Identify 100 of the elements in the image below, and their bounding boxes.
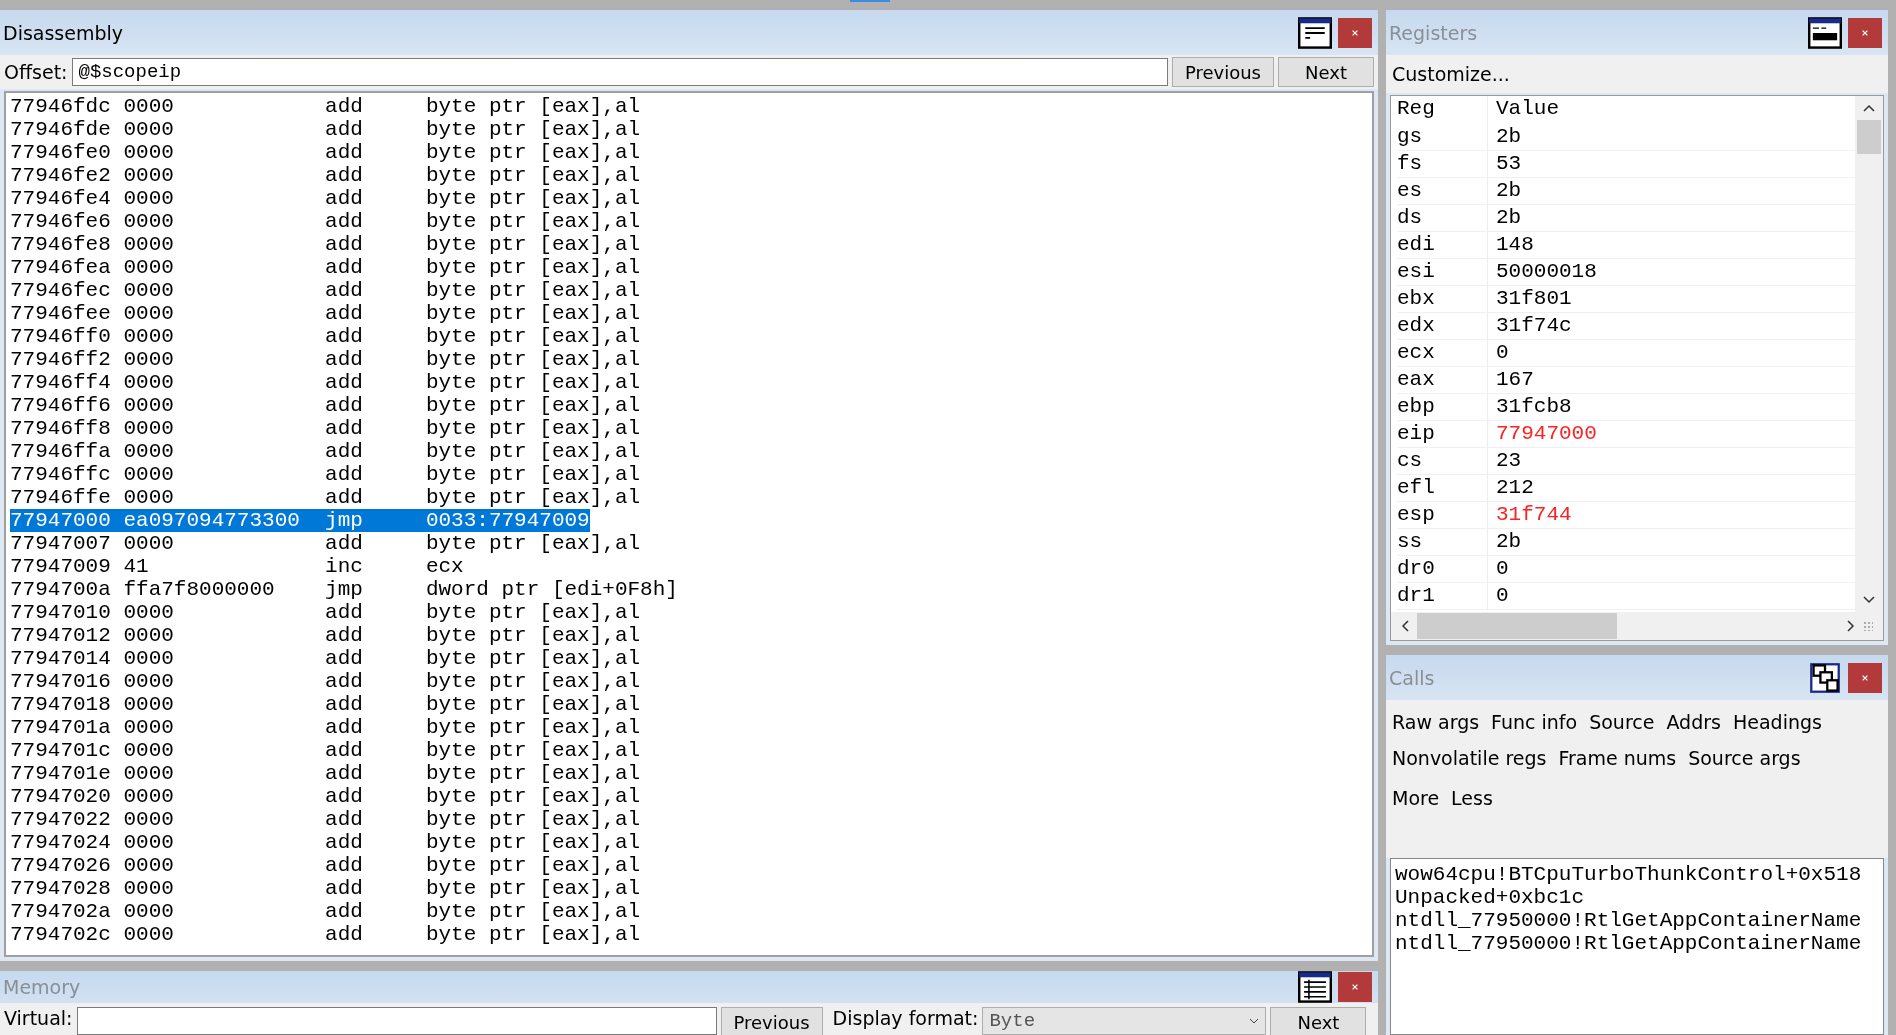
disassembly-line[interactable]: 77946fe6 0000 add byte ptr [eax],al xyxy=(10,210,641,233)
close-button[interactable] xyxy=(1338,17,1372,48)
disassembly-line[interactable]: 77946fe4 0000 add byte ptr [eax],al xyxy=(10,187,641,210)
virtual-label: Virtual: xyxy=(4,1007,73,1029)
disassembly-line[interactable]: 77947014 0000 add byte ptr [eax],al xyxy=(10,647,641,670)
register-value: 2b xyxy=(1495,529,1522,555)
option-link[interactable]: More xyxy=(1392,787,1440,809)
window-icon[interactable] xyxy=(1298,16,1332,49)
scroll-up-icon[interactable] xyxy=(1863,104,1875,112)
disassembly-line[interactable]: 77946ff8 0000 add byte ptr [eax],al xyxy=(10,417,641,440)
disassembly-line[interactable]: 77946fdc 0000 add byte ptr [eax],al xyxy=(10,95,641,118)
register-value: 0 xyxy=(1495,583,1509,609)
disassembly-line[interactable]: 77946fec 0000 add byte ptr [eax],al xyxy=(10,279,641,302)
option-link[interactable]: Raw args xyxy=(1392,711,1480,733)
column-header[interactable]: Value xyxy=(1488,96,1559,124)
column-header[interactable]: Reg xyxy=(1397,96,1488,124)
register-name: es xyxy=(1397,178,1488,204)
register-name: dr0 xyxy=(1397,556,1488,582)
call-frame[interactable]: ntdll_77950000!RtlGetAppContainerName xyxy=(1395,909,1879,932)
close-button[interactable] xyxy=(1848,17,1882,48)
close-icon xyxy=(1351,983,1359,991)
register-value: 2b xyxy=(1495,124,1522,150)
register-value: 0 xyxy=(1495,340,1509,366)
disassembly-line[interactable]: 77946ff2 0000 add byte ptr [eax],al xyxy=(10,348,641,371)
disassembly-line[interactable]: 77947012 0000 add byte ptr [eax],al xyxy=(10,624,641,647)
disassembly-line[interactable]: 77946fde 0000 add byte ptr [eax],al xyxy=(10,118,641,141)
register-name: eip xyxy=(1397,421,1488,447)
disassembly-line[interactable]: 77947018 0000 add byte ptr [eax],al xyxy=(10,693,641,716)
register-value: 212 xyxy=(1495,475,1534,501)
scroll-left-icon[interactable] xyxy=(1401,620,1409,632)
register-name: efl xyxy=(1397,475,1488,501)
disassembly-line[interactable]: 77947010 0000 add byte ptr [eax],al xyxy=(10,601,641,624)
disassembly-line[interactable]: 77946fee 0000 add byte ptr [eax],al xyxy=(10,302,641,325)
option-link[interactable]: Source xyxy=(1589,711,1655,733)
close-icon xyxy=(1351,28,1359,37)
disassembly-line[interactable]: 77947007 0000 add byte ptr [eax],al xyxy=(10,532,641,555)
disassembly-line[interactable]: 7794701e 0000 add byte ptr [eax],al xyxy=(10,762,641,785)
option-link[interactable]: Addrs xyxy=(1666,711,1721,733)
disassembly-line[interactable]: 77947009 41 inc ecx xyxy=(10,555,464,578)
option-link[interactable]: Source args xyxy=(1688,747,1801,769)
call-frame[interactable]: ntdll_77950000!RtlGetAppContainerName xyxy=(1395,932,1879,955)
option-link[interactable]: Less xyxy=(1451,787,1493,809)
register-name: eax xyxy=(1397,367,1488,393)
disassembly-line[interactable]: 77947022 0000 add byte ptr [eax],al xyxy=(10,808,641,831)
next-button[interactable]: Next xyxy=(1270,1007,1367,1035)
call-frame[interactable]: Unpacked+0xbc1c xyxy=(1395,886,1879,909)
option-link[interactable]: Headings xyxy=(1732,711,1822,733)
scroll-thumb[interactable] xyxy=(1417,613,1617,639)
scroll-right-icon[interactable] xyxy=(1847,620,1855,632)
disassembly-line[interactable]: 7794701c 0000 add byte ptr [eax],al xyxy=(10,739,641,762)
register-value: 31fcb8 xyxy=(1495,394,1572,420)
panel-title: Registers xyxy=(1389,21,1479,44)
window-icon[interactable] xyxy=(1298,971,1332,1003)
disassembly-line[interactable]: 77947020 0000 add byte ptr [eax],al xyxy=(10,785,641,808)
disassembly-line[interactable]: 77946ff4 0000 add byte ptr [eax],al xyxy=(10,371,641,394)
vertical-scrollbar[interactable] xyxy=(1855,96,1883,612)
register-name: esp xyxy=(1397,502,1488,528)
disassembly-line[interactable]: 77946ffe 0000 add byte ptr [eax],al xyxy=(10,486,641,509)
register-name: edx xyxy=(1397,313,1488,339)
previous-button[interactable]: Previous xyxy=(720,1007,823,1035)
register-value: 148 xyxy=(1495,232,1534,258)
option-link[interactable]: Frame nums xyxy=(1558,747,1677,769)
disassembly-line[interactable]: 77947016 0000 add byte ptr [eax],al xyxy=(10,670,641,693)
scroll-thumb[interactable] xyxy=(1857,120,1881,154)
disassembly-line[interactable]: 77947024 0000 add byte ptr [eax],al xyxy=(10,831,641,854)
nav-button[interactable]: Previous xyxy=(1171,57,1274,87)
virtual-field[interactable] xyxy=(76,1007,717,1035)
register-value: 2b xyxy=(1495,205,1522,231)
register-name: ss xyxy=(1397,529,1488,555)
window-icon[interactable] xyxy=(1808,661,1842,694)
call-frame[interactable]: wow64cpu!BTCpuTurboThunkControl+0x518 xyxy=(1395,863,1879,886)
register-value: 167 xyxy=(1495,367,1534,393)
offset-field[interactable]: @$scopeip xyxy=(71,58,1168,86)
disassembly-line[interactable]: 7794702c 0000 add byte ptr [eax],al xyxy=(10,923,641,946)
nav-button[interactable]: Next xyxy=(1278,57,1374,87)
scroll-down-icon[interactable] xyxy=(1863,596,1875,604)
close-button[interactable] xyxy=(1848,662,1882,693)
disassembly-line[interactable]: 77946ffa 0000 add byte ptr [eax],al xyxy=(10,440,641,463)
register-value: 31f801 xyxy=(1495,286,1572,312)
register-name: fs xyxy=(1397,151,1488,177)
resize-grip-icon[interactable] xyxy=(1863,621,1873,631)
disassembly-line[interactable]: 77946fe0 0000 add byte ptr [eax],al xyxy=(10,141,641,164)
register-name: ebp xyxy=(1397,394,1488,420)
option-link[interactable]: Nonvolatile regs xyxy=(1392,747,1547,769)
disassembly-line[interactable]: 77946ff0 0000 add byte ptr [eax],al xyxy=(10,325,641,348)
window-icon[interactable] xyxy=(1808,16,1842,49)
disassembly-line[interactable]: 77946ffc 0000 add byte ptr [eax],al xyxy=(10,463,641,486)
option-link[interactable]: Func info xyxy=(1491,711,1578,733)
disassembly-line[interactable]: 7794702a 0000 add byte ptr [eax],al xyxy=(10,900,641,923)
customize-link[interactable]: Customize... xyxy=(1392,63,1510,85)
disassembly-line[interactable]: 77947028 0000 add byte ptr [eax],al xyxy=(10,877,641,900)
disassembly-line[interactable]: 77946fe2 0000 add byte ptr [eax],al xyxy=(10,164,641,187)
display-format-dropdown[interactable]: Byte xyxy=(982,1007,1267,1035)
disassembly-line[interactable]: 77946fea 0000 add byte ptr [eax],al xyxy=(10,256,641,279)
disassembly-line[interactable]: 77946ff6 0000 add byte ptr [eax],al xyxy=(10,394,641,417)
panel-title: Calls xyxy=(1389,666,1436,689)
disassembly-line[interactable]: 7794701a 0000 add byte ptr [eax],al xyxy=(10,716,641,739)
disassembly-line[interactable]: 77947026 0000 add byte ptr [eax],al xyxy=(10,854,641,877)
disassembly-line[interactable]: 77946fe8 0000 add byte ptr [eax],al xyxy=(10,233,641,256)
disassembly-line[interactable]: 7794700a ffa7f8000000 jmp dword ptr [edi+0F8h] xyxy=(10,578,678,601)
